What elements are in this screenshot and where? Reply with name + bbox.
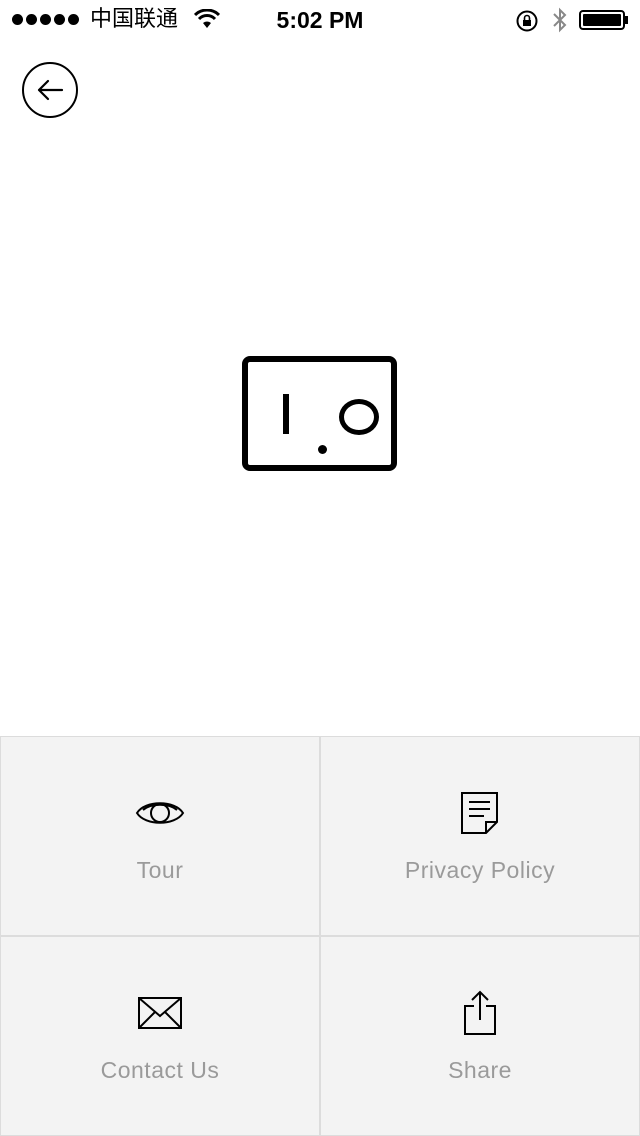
contact-us-label: Contact Us (100, 1057, 220, 1083)
share-label: Share (448, 1057, 512, 1083)
tour-label: Tour (136, 857, 184, 883)
share-button[interactable]: Share (320, 936, 640, 1136)
document-icon (461, 792, 498, 834)
battery-icon (579, 10, 628, 30)
eye-icon (135, 802, 185, 824)
envelope-icon (138, 997, 182, 1029)
status-time: 5:02 PM (276, 7, 364, 33)
rotation-lock-icon (516, 10, 538, 32)
version-logo: 1.0 (242, 356, 397, 471)
privacy-policy-label: Privacy Policy (404, 857, 556, 883)
version-text: 1.0 (248, 362, 249, 363)
status-bar: 中国联通 5:02 PM (0, 0, 640, 40)
menu-grid: Tour Privacy Policy Contact Us Share (0, 736, 640, 1136)
contact-us-button[interactable]: Contact Us (0, 936, 320, 1136)
share-icon (464, 990, 496, 1035)
bluetooth-icon (553, 7, 567, 33)
back-button[interactable] (22, 62, 78, 118)
back-arrow-icon (37, 79, 64, 101)
privacy-policy-button[interactable]: Privacy Policy (320, 736, 640, 936)
tour-button[interactable]: Tour (0, 736, 320, 936)
